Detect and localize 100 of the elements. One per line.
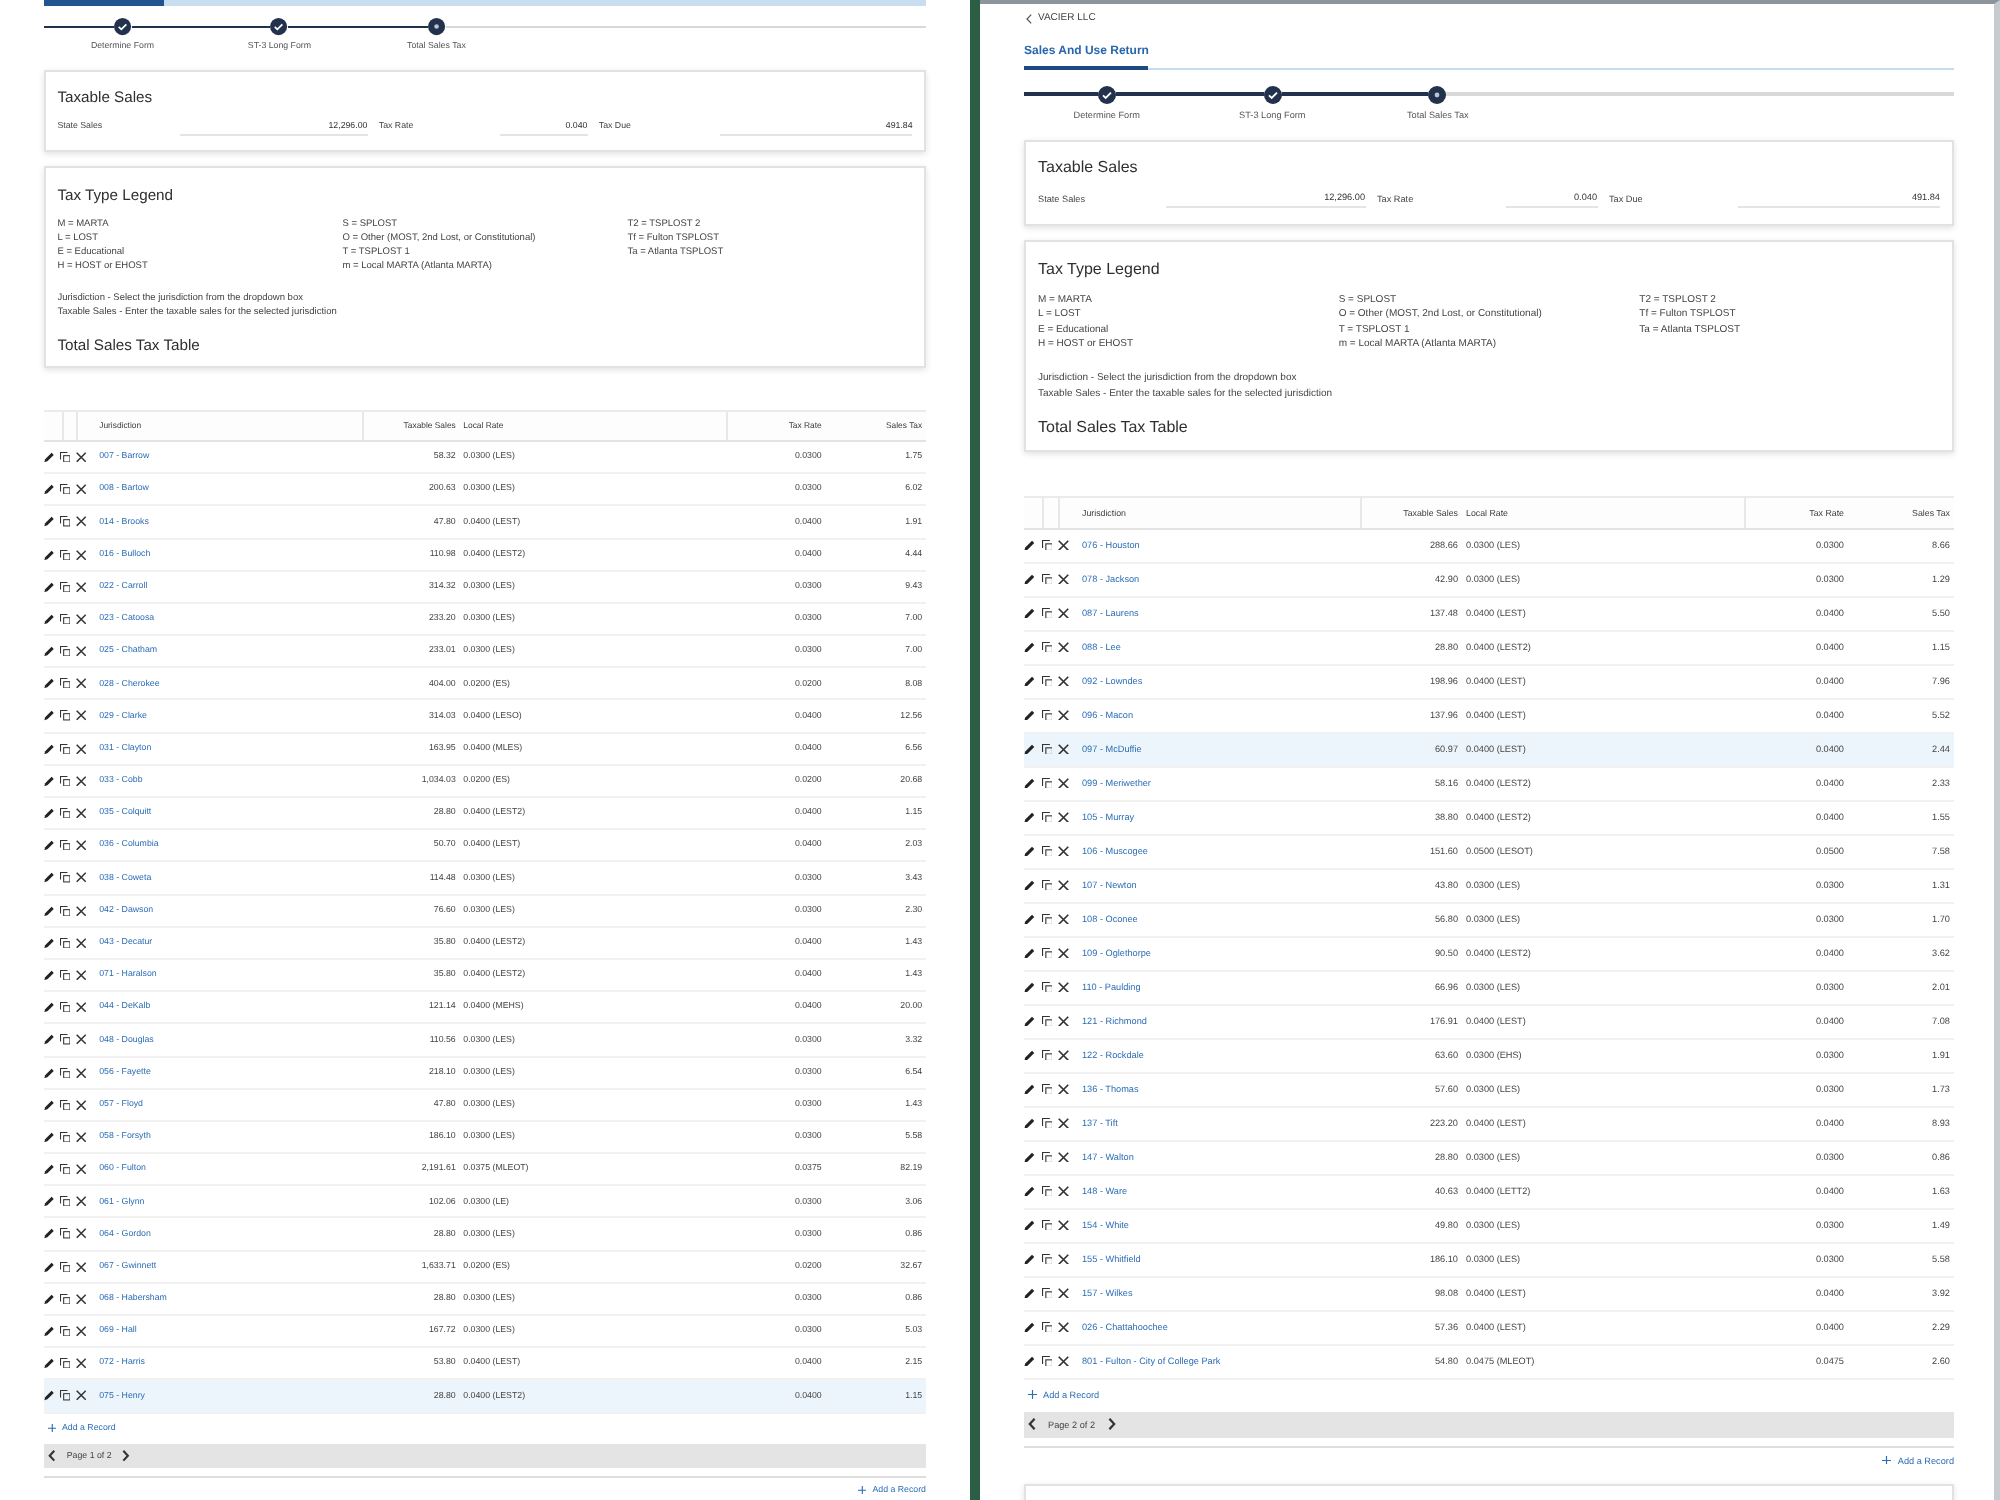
cross-icon[interactable] <box>1058 607 1069 619</box>
pencil-icon[interactable] <box>1024 879 1035 891</box>
cross-icon[interactable] <box>1058 845 1069 857</box>
copy-icon[interactable] <box>60 808 71 819</box>
cross-icon[interactable] <box>1058 1185 1069 1197</box>
copy-icon[interactable] <box>60 613 71 625</box>
pencil-icon[interactable] <box>44 1326 55 1337</box>
pencil-icon[interactable] <box>1024 1287 1035 1299</box>
pencil-icon[interactable] <box>1024 1015 1035 1027</box>
cross-icon[interactable] <box>76 872 87 884</box>
pencil-icon[interactable] <box>1024 607 1035 619</box>
copy-icon[interactable] <box>60 710 71 722</box>
copy-icon[interactable] <box>60 937 71 948</box>
pencil-icon[interactable] <box>44 1390 55 1402</box>
pencil-icon[interactable] <box>1024 641 1035 653</box>
cross-icon[interactable] <box>76 1228 87 1240</box>
copy-icon[interactable] <box>1041 607 1052 619</box>
copy-icon[interactable] <box>1041 845 1052 857</box>
pencil-icon[interactable] <box>44 646 55 657</box>
pencil-icon[interactable] <box>44 678 55 689</box>
cross-icon[interactable] <box>1058 641 1069 653</box>
cross-icon[interactable] <box>76 1390 87 1402</box>
pencil-icon[interactable] <box>1024 845 1035 857</box>
copy-icon[interactable] <box>1041 1321 1052 1333</box>
copy-icon[interactable] <box>60 1196 71 1207</box>
copy-icon[interactable] <box>1041 1049 1052 1061</box>
copy-icon[interactable] <box>60 451 71 463</box>
cross-icon[interactable] <box>76 516 87 528</box>
copy-icon[interactable] <box>1041 1015 1052 1027</box>
pencil-icon[interactable] <box>44 840 55 851</box>
copy-icon[interactable] <box>60 1228 71 1240</box>
copy-icon[interactable] <box>1041 675 1052 687</box>
copy-icon[interactable] <box>60 484 71 495</box>
cross-icon[interactable] <box>76 1326 87 1337</box>
pencil-icon[interactable] <box>1024 981 1035 993</box>
copy-icon[interactable] <box>60 646 71 657</box>
cross-icon[interactable] <box>76 840 87 851</box>
cross-icon[interactable] <box>1058 709 1069 721</box>
chevron-left-icon[interactable] <box>1028 1418 1036 1431</box>
pencil-icon[interactable] <box>1024 743 1035 755</box>
cross-icon[interactable] <box>76 1261 87 1272</box>
copy-icon[interactable] <box>1041 1083 1052 1095</box>
copy-icon[interactable] <box>60 1034 71 1046</box>
cross-icon[interactable] <box>76 1358 87 1369</box>
cross-icon[interactable] <box>76 1131 87 1143</box>
pencil-icon[interactable] <box>1024 947 1035 959</box>
cross-icon[interactable] <box>1058 675 1069 687</box>
copy-icon[interactable] <box>60 743 71 754</box>
copy-icon[interactable] <box>60 678 71 689</box>
cross-icon[interactable] <box>76 937 87 948</box>
pencil-icon[interactable] <box>1024 1049 1035 1061</box>
copy-icon[interactable] <box>60 905 71 916</box>
pencil-icon[interactable] <box>1024 1355 1035 1367</box>
cross-icon[interactable] <box>76 1164 87 1175</box>
copy-icon[interactable] <box>1041 879 1052 891</box>
pencil-icon[interactable] <box>1024 1219 1035 1231</box>
pencil-icon[interactable] <box>44 581 55 592</box>
copy-icon[interactable] <box>1041 1287 1052 1299</box>
pencil-icon[interactable] <box>44 1293 55 1305</box>
pencil-icon[interactable] <box>44 1358 55 1369</box>
pencil-icon[interactable] <box>1024 913 1035 925</box>
copy-icon[interactable] <box>1041 1253 1052 1265</box>
pencil-icon[interactable] <box>1024 1151 1035 1163</box>
pencil-icon[interactable] <box>44 1164 55 1175</box>
copy-icon[interactable] <box>60 1131 71 1143</box>
chevron-right-icon[interactable] <box>122 1450 131 1462</box>
cross-icon[interactable] <box>76 1293 87 1305</box>
pencil-icon[interactable] <box>1024 1185 1035 1197</box>
pencil-icon[interactable] <box>1024 709 1035 721</box>
cross-icon[interactable] <box>1058 1253 1069 1265</box>
copy-icon[interactable] <box>60 1293 71 1305</box>
cross-icon[interactable] <box>76 710 87 722</box>
copy-icon[interactable] <box>1041 573 1052 585</box>
pencil-icon[interactable] <box>44 1261 55 1272</box>
pencil-icon[interactable] <box>1024 811 1035 823</box>
pencil-icon[interactable] <box>44 775 55 787</box>
copy-icon[interactable] <box>60 516 71 528</box>
pencil-icon[interactable] <box>1024 777 1035 789</box>
copy-icon[interactable] <box>1041 1355 1052 1367</box>
copy-icon[interactable] <box>1041 777 1052 789</box>
cross-icon[interactable] <box>76 613 87 625</box>
copy-icon[interactable] <box>1041 539 1052 551</box>
pencil-icon[interactable] <box>44 969 55 981</box>
cross-icon[interactable] <box>76 484 87 495</box>
pencil-icon[interactable] <box>1024 1117 1035 1129</box>
copy-icon[interactable] <box>60 840 71 851</box>
cross-icon[interactable] <box>76 905 87 916</box>
pencil-icon[interactable] <box>1024 1083 1035 1095</box>
pencil-icon[interactable] <box>44 1067 55 1078</box>
pencil-icon[interactable] <box>44 549 55 560</box>
copy-icon[interactable] <box>60 581 71 592</box>
pencil-icon[interactable] <box>44 451 55 463</box>
cross-icon[interactable] <box>1058 1015 1069 1027</box>
cross-icon[interactable] <box>1058 981 1069 993</box>
cross-icon[interactable] <box>76 581 87 592</box>
cross-icon[interactable] <box>1058 1321 1069 1333</box>
cross-icon[interactable] <box>76 1067 87 1078</box>
cross-icon[interactable] <box>1058 539 1069 551</box>
pencil-icon[interactable] <box>44 1034 55 1046</box>
cross-icon[interactable] <box>1058 573 1069 585</box>
